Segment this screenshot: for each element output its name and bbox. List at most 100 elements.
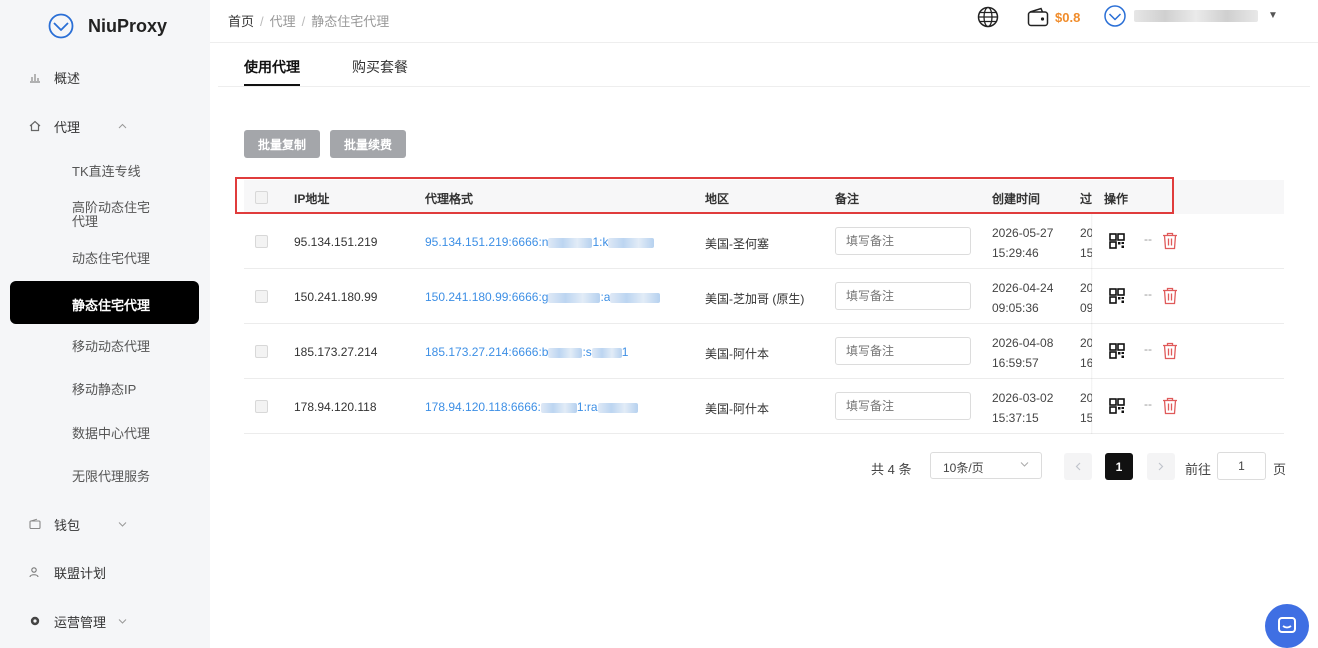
tabs-divider <box>218 86 1310 87</box>
proxy-format-link[interactable]: 185.173.27.214:6666:b:s 1 <box>425 345 628 359</box>
avatar[interactable] <box>1104 5 1126 27</box>
page-size-select[interactable]: 10条/页 <box>930 452 1042 479</box>
caret-down-icon[interactable]: ▼ <box>1268 10 1278 21</box>
breadcrumb-home[interactable]: 首页 <box>228 14 254 29</box>
sidebar-item-proxy[interactable]: 代理 <box>0 118 210 135</box>
balance-amount[interactable]: $0.8 <box>1055 10 1080 25</box>
note-input[interactable] <box>835 392 971 420</box>
breadcrumb-separator: / <box>260 14 264 29</box>
created-time: 16:59:57 <box>992 356 1039 370</box>
created-date: 2026-03-02 <box>992 391 1054 405</box>
goto-page-input[interactable] <box>1217 452 1266 480</box>
redacted <box>548 292 601 303</box>
sidebar-subitem-static-active[interactable]: 静态住宅代理 <box>10 281 199 324</box>
batch-renew-button[interactable]: 批量续费 <box>330 130 407 158</box>
sidebar-item-label: 钱包 <box>54 517 81 533</box>
page-suffix: 页 <box>1273 462 1287 477</box>
note-input[interactable] <box>835 282 971 310</box>
format-text: 185.173.27.214:6666:b <box>425 345 549 359</box>
ip-cell: 185.173.27.214 <box>294 345 378 359</box>
proxy-format-link[interactable]: 150.241.180.99:6666:g :a <box>425 290 661 304</box>
created-date: 2026-05-27 <box>992 226 1054 240</box>
sidebar-subitem-unlimited[interactable]: 无限代理服务 <box>72 470 150 484</box>
chevron-down-icon <box>118 518 127 530</box>
sidebar-item-ops[interactable]: 运营管理 <box>0 613 210 630</box>
format-text: :a <box>600 290 611 304</box>
format-text: 95.134.151.219:6666:n <box>425 235 549 249</box>
sidebar-item-label: 代理 <box>54 119 81 135</box>
sidebar-subitem-label: 静态住宅代理 <box>72 298 151 313</box>
sidebar-subitem-mobile-dynamic[interactable]: 移动动态代理 <box>72 340 150 354</box>
format-text: 1:ra <box>576 400 598 414</box>
sidebar-subitem-label: 代理 <box>72 214 99 229</box>
ip-cell: 150.241.180.99 <box>294 290 378 304</box>
ops-separator: -- <box>1144 397 1152 411</box>
row-checkbox[interactable] <box>255 400 268 413</box>
breadcrumb: 首页 / 代理 / 静态住宅代理 <box>228 11 389 30</box>
chart-icon <box>28 70 42 84</box>
ops-separator: -- <box>1144 342 1152 356</box>
format-text: 150.241.180.99:6666:g <box>425 290 549 304</box>
region-cell: 美国-阿什本 <box>705 347 769 361</box>
header-divider <box>210 42 1318 43</box>
row-checkbox[interactable] <box>255 290 268 303</box>
username-redacted[interactable] <box>1134 10 1258 22</box>
redacted <box>597 402 638 413</box>
qrcode-icon[interactable] <box>1109 398 1125 414</box>
table-row: 185.173.27.214 185.173.27.214:6666:b:s 1 … <box>244 324 1284 379</box>
row-checkbox[interactable] <box>255 345 268 358</box>
sidebar-subitem-dynamic[interactable]: 动态住宅代理 <box>72 252 150 266</box>
region-cell: 美国-芝加哥 (原生) <box>705 292 805 306</box>
qrcode-icon[interactable] <box>1109 233 1125 249</box>
row-checkbox[interactable] <box>255 235 268 248</box>
created-time: 15:37:15 <box>992 411 1039 425</box>
sidebar-item-overview[interactable]: 概述 <box>0 69 210 86</box>
sidebar-item-affiliate[interactable]: 联盟计划 <box>0 564 210 581</box>
trash-icon[interactable] <box>1162 397 1178 415</box>
trash-icon[interactable] <box>1162 232 1178 250</box>
sidebar-subitem-datacenter[interactable]: 数据中心代理 <box>72 427 150 441</box>
note-input[interactable] <box>835 337 971 365</box>
sidebar-subitem-mobile-static[interactable]: 移动静态IP <box>72 383 136 397</box>
brand[interactable]: NiuProxy <box>48 12 167 40</box>
sidebar-subitem-tk[interactable]: TK直连专线 <box>72 165 141 179</box>
note-input[interactable] <box>835 227 971 255</box>
created-cell: 2026-04-08 16:59:57 <box>992 333 1053 373</box>
format-text: 1 <box>621 345 629 359</box>
qrcode-icon[interactable] <box>1109 343 1125 359</box>
created-time: 15:29:46 <box>992 246 1039 260</box>
trash-icon[interactable] <box>1162 342 1178 360</box>
sidebar-item-wallet[interactable]: 钱包 <box>0 516 210 533</box>
breadcrumb-current: 静态住宅代理 <box>311 14 390 29</box>
highlight-box <box>235 177 1174 214</box>
chevron-down-icon <box>1020 459 1029 470</box>
proxy-format-link[interactable]: 95.134.151.219:6666:n 1:k <box>425 235 655 249</box>
sidebar-item-label: 联盟计划 <box>54 565 107 581</box>
tab-buy-plan[interactable]: 购买套餐 <box>352 57 408 77</box>
chat-support-button[interactable] <box>1265 604 1309 648</box>
fixed-column-shadow <box>1091 214 1093 434</box>
redacted <box>548 237 593 248</box>
globe-icon[interactable] <box>977 6 999 28</box>
created-date: 2026-04-08 <box>992 336 1054 350</box>
sidebar-subitem-advanced-dynamic[interactable]: 高阶动态住宅 代理 <box>72 201 150 229</box>
redacted <box>548 347 583 358</box>
next-page-button[interactable] <box>1147 453 1175 480</box>
trash-icon[interactable] <box>1162 287 1178 305</box>
batch-copy-button[interactable]: 批量复制 <box>244 130 321 158</box>
qrcode-icon[interactable] <box>1109 288 1125 304</box>
pagination-total: 共 4 条 <box>871 462 912 477</box>
wallet-icon[interactable] <box>1027 7 1049 27</box>
tab-use-proxy[interactable]: 使用代理 <box>244 57 300 77</box>
format-text: 178.94.120.118:6666: <box>425 400 541 414</box>
sidebar-item-label: 概述 <box>54 70 81 86</box>
page-number-current[interactable]: 1 <box>1105 453 1133 480</box>
redacted <box>540 402 577 413</box>
redacted <box>608 237 655 248</box>
breadcrumb-proxy[interactable]: 代理 <box>270 14 296 29</box>
created-cell: 2026-04-24 09:05:36 <box>992 278 1053 318</box>
prev-page-button[interactable] <box>1064 453 1092 480</box>
proxy-format-link[interactable]: 178.94.120.118:6666: 1:ra <box>425 400 638 414</box>
users-icon <box>28 565 42 579</box>
chevron-up-icon <box>118 120 127 132</box>
